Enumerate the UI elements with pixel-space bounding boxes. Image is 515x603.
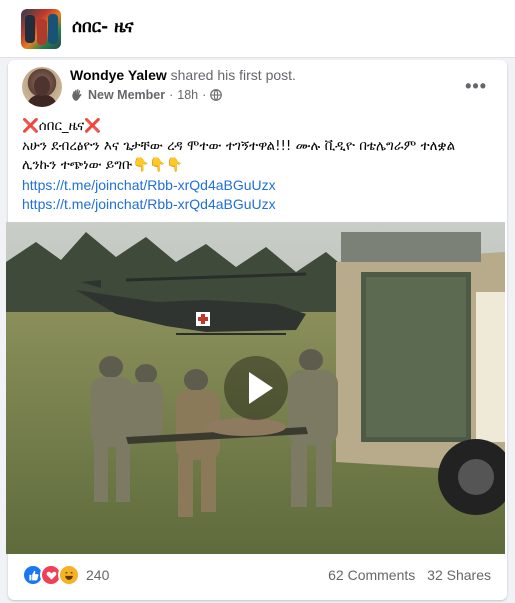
reactions-summary[interactable]: 240 — [22, 564, 109, 586]
post-text-line: አሁን ደብረፅዮን እና ጌታቸው ረዳ ሞተው ተገኝተዋል!!! ሙሉ ቪ… — [22, 137, 456, 154]
post-footer: 240 62 Comments 32 Shares — [8, 556, 507, 596]
member-badge[interactable]: New Member — [88, 88, 165, 102]
play-button[interactable] — [223, 356, 288, 420]
author-name[interactable]: Wondye Yalew — [70, 67, 167, 83]
telegram-link[interactable]: https://t.me/joinchat/Rbb-xrQd4aBGuUzx — [22, 195, 492, 215]
post-text: ❌ሰበር_ዜና❌ አሁን ደብረፅዮን እና ጌታቸው ረዳ ሞተው ተገኝተዋ… — [22, 117, 492, 215]
haha-reaction-icon — [58, 564, 80, 586]
post-card: Wondye Yalew shared his first post. New … — [6, 60, 507, 600]
play-icon — [248, 372, 273, 404]
post-action-text: shared his first post. — [170, 67, 296, 83]
author-avatar[interactable] — [22, 67, 62, 107]
telegram-link[interactable]: https://t.me/joinchat/Rbb-xrQd4aBGuUzx — [22, 176, 492, 196]
meta-separator: · — [169, 88, 174, 102]
group-header: ሰበር- ዜና — [0, 0, 515, 58]
post-meta: New Member · 18h · — [70, 88, 223, 102]
meta-separator: · — [202, 88, 207, 102]
post-timestamp[interactable]: 18h — [177, 88, 198, 102]
shares-count[interactable]: 32 Shares — [427, 567, 491, 583]
engagement-counts: 62 Comments 32 Shares — [320, 567, 491, 583]
post-video[interactable] — [6, 222, 505, 554]
reaction-count: 240 — [86, 567, 110, 583]
post-text-line: ❌ሰበር_ዜና❌ — [22, 118, 101, 134]
group-title[interactable]: ሰበር- ዜና — [72, 17, 134, 37]
post-text-line: ሊንኩን ተጭነው ይግቡ👇👇👇 — [22, 157, 183, 173]
more-options-button[interactable]: ••• — [465, 76, 487, 97]
post-author-line: Wondye Yalew shared his first post. — [70, 67, 296, 83]
group-thumbnail[interactable] — [21, 9, 61, 49]
globe-icon[interactable] — [210, 89, 223, 101]
comments-count[interactable]: 62 Comments — [328, 567, 415, 583]
hand-wave-icon — [72, 89, 82, 101]
